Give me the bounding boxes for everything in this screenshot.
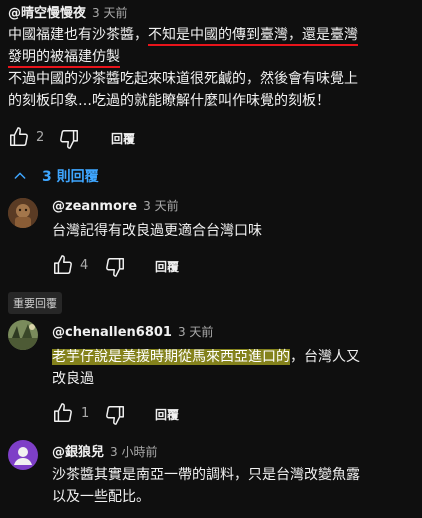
like-button[interactable] (52, 254, 74, 276)
reply-author[interactable]: @zeanmore 3 天前 (52, 197, 179, 214)
reply-author[interactable]: @chenallen6801 3 天前 (52, 323, 213, 340)
thumb-up-icon (54, 403, 72, 422)
dislike-button[interactable] (104, 404, 126, 426)
reply-text: 老芋仔說是美援時期從馬來西亞進口的，台灣人又 改良過 (52, 349, 360, 387)
chevron-up-icon (14, 172, 26, 179)
thumb-down-icon (106, 258, 124, 277)
reply-time: 3 天前 (143, 199, 179, 213)
thumb-down-icon (60, 130, 78, 149)
replies-count: 3 則回覆 (42, 169, 99, 185)
highlight-mark: 老芋仔說是美援時期從馬來西亞進口的 (52, 349, 290, 365)
avatar-image (8, 198, 38, 228)
reply-time: 3 天前 (177, 325, 214, 339)
default-user-icon (14, 447, 32, 465)
thumb-up-icon (54, 255, 72, 274)
underline-mark: 發明的被福建仿製 (8, 49, 120, 68)
reply-time: 3 小時前 (110, 445, 158, 459)
reply-button[interactable]: 回覆 (111, 130, 135, 147)
comment-text: 中國福建也有沙茶醬，不知是中國的傳到臺灣，還是臺灣 發明的被福建仿製 不過中國的… (8, 27, 358, 109)
like-count: 2 (36, 130, 45, 145)
thumb-up-icon (10, 127, 28, 146)
avatar[interactable] (8, 198, 38, 228)
avatar-image (8, 320, 38, 350)
dislike-button[interactable] (104, 256, 126, 278)
dislike-button[interactable] (58, 128, 80, 150)
comment-author[interactable]: @晴空慢慢夜 3 天前 (8, 2, 127, 21)
comment-time: 3 天前 (92, 6, 128, 20)
like-count: 1 (81, 406, 90, 421)
reply-text: 沙茶醬其實是南亞一帶的調料，只是台灣改變魚露 以及一些配比。 (52, 467, 360, 505)
replies-toggle[interactable]: 3 則回覆 (12, 166, 99, 186)
underline-mark: 不知是中國的傳到臺灣，還是臺灣 (148, 27, 358, 46)
reply-button[interactable]: 回覆 (155, 258, 179, 275)
reply-author[interactable]: @銀狼兒 3 小時前 (52, 441, 157, 460)
reply-button[interactable]: 回覆 (155, 406, 179, 423)
important-reply-tag: 重要回覆 (8, 292, 62, 314)
thumb-down-icon (106, 406, 124, 425)
avatar[interactable] (8, 320, 38, 350)
avatar[interactable] (8, 440, 38, 470)
like-button[interactable] (52, 402, 74, 424)
like-count: 4 (80, 258, 89, 273)
like-button[interactable] (8, 126, 30, 148)
reply-text: 台灣記得有改良過更適合台灣口味 (52, 223, 262, 239)
